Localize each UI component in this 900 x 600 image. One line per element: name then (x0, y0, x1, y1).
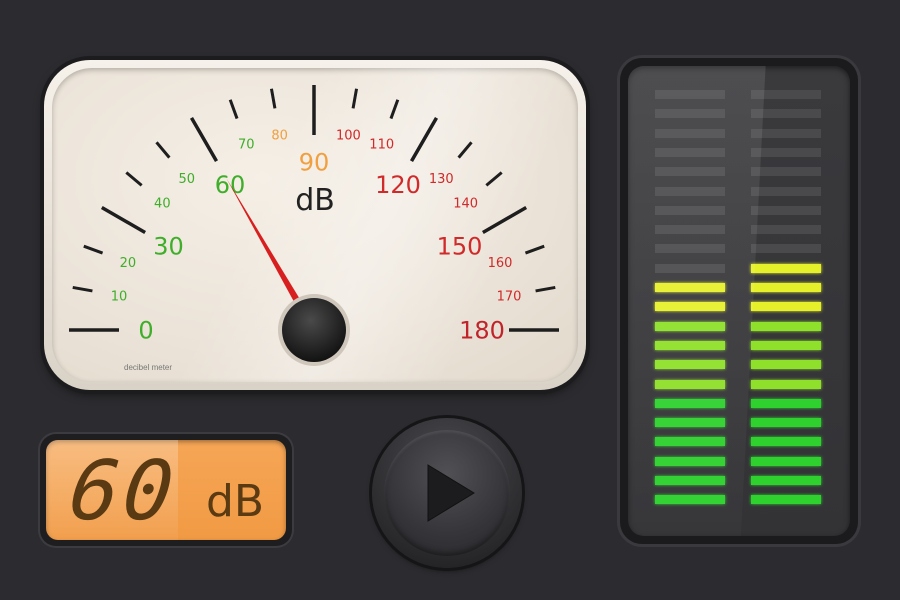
level-bar-right-14 (751, 225, 821, 235)
gauge-label-110: 110 (369, 138, 394, 153)
level-bar-right-5 (751, 398, 821, 408)
lcd-screen: 60 dB (46, 440, 286, 540)
gauge-label-0: 0 (138, 317, 153, 345)
level-bar-right-1 (751, 476, 821, 485)
gauge-tick-70 (228, 99, 239, 120)
play-button[interactable] (384, 430, 510, 556)
play-icon (427, 464, 475, 522)
gauge-unit-label: dB (295, 183, 335, 218)
gauge-label-70: 70 (238, 138, 255, 153)
gauge-label-100: 100 (336, 129, 361, 144)
level-meter (620, 58, 858, 544)
level-bar-right-16 (751, 186, 821, 196)
gauge-tick-150 (481, 205, 528, 235)
level-bar-right-15 (751, 205, 821, 215)
level-bar-right-6 (751, 379, 821, 389)
gauge-caption: decibel meter (124, 363, 172, 372)
gauge-tick-170 (535, 285, 556, 293)
gauge-tick-20 (83, 244, 104, 255)
gauge-label-20: 20 (120, 256, 137, 271)
gauge-tick-110 (389, 99, 400, 120)
gauge-tick-130 (457, 141, 473, 159)
lcd-display: 60 dB (40, 434, 292, 546)
gauge-tick-80 (269, 88, 277, 109)
level-meter-screen (628, 66, 850, 536)
gauge-label-160: 160 (488, 256, 513, 271)
level-bar-right-7 (751, 360, 821, 370)
level-bar-right-2 (751, 456, 821, 466)
level-meter-glare (628, 66, 766, 536)
level-bar-right-11 (751, 283, 821, 292)
level-bar-right-9 (751, 321, 821, 331)
level-bar-right-10 (751, 302, 821, 312)
gauge-label-170: 170 (497, 289, 522, 304)
gauge-tick-40 (125, 171, 143, 187)
gauge-label-30: 30 (153, 233, 184, 261)
decibel-meter-app: 0 30 60 90 120 150 180 10 20 40 50 70 80 100 110 130 140… (0, 0, 900, 600)
lcd-unit: dB (206, 476, 265, 527)
gauge-tick-100 (351, 88, 359, 109)
level-bar-right-3 (751, 437, 821, 447)
gauge-tick-120 (409, 116, 439, 163)
play-button-ring (372, 418, 522, 568)
gauge-dial: 0 30 60 90 120 150 180 10 20 40 50 70 80 100 110 130 140… (69, 85, 559, 372)
lcd-value: 60 (65, 444, 182, 539)
gauge-label-90: 90 (299, 149, 330, 177)
level-bar-right-4 (751, 418, 821, 428)
level-bar-right-18 (751, 147, 821, 157)
gauge-label-130: 130 (429, 172, 454, 187)
level-bar-right-0 (751, 495, 821, 505)
level-bar-right-8 (751, 340, 821, 350)
level-bar-right-12 (751, 263, 821, 273)
gauge-label-120: 120 (375, 171, 421, 199)
level-bar-right-17 (751, 167, 821, 177)
gauge-hub (282, 298, 346, 362)
gauge-label-50: 50 (178, 172, 195, 187)
gauge-label-140: 140 (453, 196, 478, 211)
level-bar-right-13 (751, 244, 821, 254)
gauge-label-150: 150 (437, 233, 483, 261)
gauge-tick-160 (524, 244, 545, 255)
gauge-tick-10 (72, 285, 93, 293)
gauge-label-10: 10 (111, 289, 128, 304)
gauge-tick-60 (189, 116, 219, 163)
gauge-tick-30 (100, 205, 147, 235)
gauge-label-180: 180 (459, 317, 505, 345)
gauge-label-60: 60 (215, 171, 246, 199)
gauge-label-40: 40 (154, 196, 171, 211)
gauge-label-80: 80 (271, 129, 288, 144)
gauge-tick-140 (485, 171, 503, 187)
gauge-tick-50 (155, 141, 171, 159)
